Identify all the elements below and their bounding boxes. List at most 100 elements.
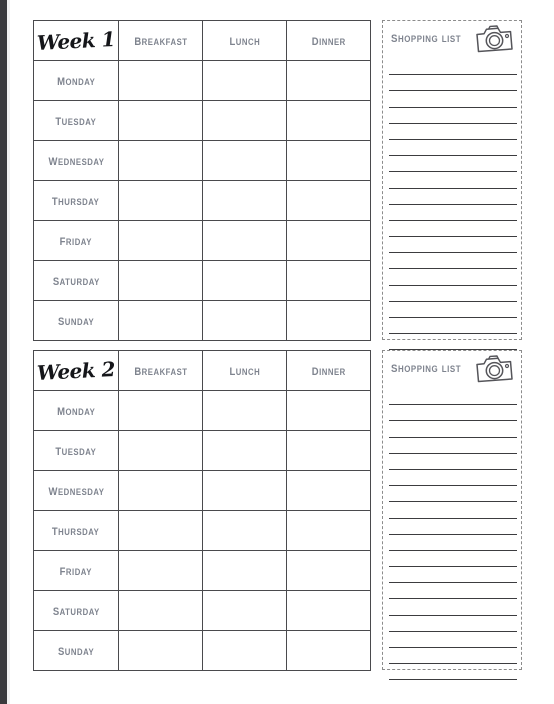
meal-cell-lunch[interactable] [202,630,287,671]
meal-cell-lunch[interactable] [202,100,287,141]
meal-cell-breakfast[interactable] [118,550,203,591]
shopping-list-line[interactable] [389,334,517,351]
meal-cell-breakfast[interactable] [118,470,203,511]
shopping-list-line[interactable] [389,59,517,76]
day-label-cell: Friday [33,220,119,261]
shopping-list-line[interactable] [389,583,517,600]
shopping-list-line[interactable] [389,140,517,157]
week-title: Week 2 [36,356,116,385]
shopping-list-line[interactable] [389,664,517,681]
meal-cell-dinner[interactable] [286,470,371,511]
shopping-list-line[interactable] [389,302,517,318]
shopping-list-line[interactable] [389,519,517,535]
day-label: Monday [56,401,96,419]
meal-cell-breakfast[interactable] [118,220,203,261]
meal-cell-lunch[interactable] [202,590,287,631]
week-title: Week 1 [36,26,116,55]
meal-cell-breakfast[interactable] [118,300,203,341]
shopping-list-line[interactable] [389,75,517,92]
shopping-list-line[interactable] [389,286,517,302]
meal-cell-breakfast[interactable] [118,140,203,181]
shopping-list-line[interactable] [389,91,517,108]
meal-cell-lunch[interactable] [202,140,287,181]
shopping-list-line[interactable] [389,616,517,632]
meal-cell-lunch[interactable] [202,470,287,511]
meal-cell-breakfast[interactable] [118,510,203,551]
meal-cell-lunch[interactable] [202,390,287,431]
meal-cell-dinner[interactable] [286,390,371,431]
meal-cell-dinner[interactable] [286,260,371,301]
meal-cell-dinner[interactable] [286,140,371,181]
meal-cell-lunch[interactable] [202,300,287,341]
meal-cell-breakfast[interactable] [118,590,203,631]
day-label: Monday [56,71,96,89]
meal-cell-breakfast[interactable] [118,390,203,431]
meal-cell-dinner[interactable] [286,220,371,261]
shopping-list-line[interactable] [389,486,517,503]
day-label: Wednesday [48,481,104,499]
meal-cell-dinner[interactable] [286,630,371,671]
meal-cell-breakfast[interactable] [118,180,203,221]
shopping-list-line[interactable] [389,172,517,189]
table-row: Friday [33,220,371,261]
shopping-list-line[interactable] [389,551,517,568]
shopping-list-line[interactable] [389,221,517,238]
shopping-list-line[interactable] [389,205,517,221]
shopping-list-line[interactable] [389,632,517,648]
meal-cell-dinner[interactable] [286,180,371,221]
shopping-list-lines-week-1[interactable] [389,59,517,351]
meal-cell-lunch[interactable] [202,510,287,551]
shopping-list-line[interactable] [389,389,517,406]
shopping-list-line[interactable] [389,405,517,422]
meal-cell-lunch[interactable] [202,430,287,471]
meal-cell-breakfast[interactable] [118,630,203,671]
shopping-list-line[interactable] [389,189,517,205]
meal-cell-dinner[interactable] [286,60,371,101]
meal-cell-lunch[interactable] [202,180,287,221]
shopping-list-title: Shopping List [391,359,462,376]
meal-cell-breakfast[interactable] [118,430,203,471]
shopping-list-line[interactable] [389,108,517,124]
meal-cell-breakfast[interactable] [118,100,203,141]
meal-cell-breakfast[interactable] [118,260,203,301]
shopping-list-line[interactable] [389,599,517,616]
meal-cell-dinner[interactable] [286,430,371,471]
shopping-list-line[interactable] [389,269,517,286]
day-label-cell: Saturday [33,590,119,631]
table-row: Sunday [33,300,371,341]
column-header-label: Dinner [311,361,346,379]
shopping-list-line[interactable] [389,253,517,270]
shopping-list-line[interactable] [389,535,517,551]
table-row: Tuesday [33,100,371,141]
shopping-list-line[interactable] [389,237,517,254]
shopping-list-line[interactable] [389,438,517,454]
shopping-list-line[interactable] [389,502,517,519]
meal-cell-breakfast[interactable] [118,60,203,101]
shopping-list-line[interactable] [389,470,517,487]
meal-table-week-1: Week 1 Breakfast Lunch Dinner Monday [33,20,371,341]
shopping-list-line[interactable] [389,318,517,335]
column-header-lunch: Lunch [202,20,287,61]
meal-cell-lunch[interactable] [202,220,287,261]
table-row: Thursday [33,180,371,221]
column-header-breakfast: Breakfast [118,20,203,61]
shopping-list-line[interactable] [389,156,517,173]
meal-cell-dinner[interactable] [286,100,371,141]
meal-cell-lunch[interactable] [202,550,287,591]
shopping-list-line[interactable] [389,124,517,140]
day-label: Wednesday [48,151,104,169]
meal-cell-dinner[interactable] [286,510,371,551]
meal-cell-dinner[interactable] [286,590,371,631]
meal-cell-dinner[interactable] [286,300,371,341]
shopping-list-line[interactable] [389,567,517,584]
shopping-list-line[interactable] [389,421,517,438]
meal-table-week-2: Week 2 Breakfast Lunch Dinner Monday [33,350,371,671]
meal-cell-lunch[interactable] [202,60,287,101]
shopping-list-header: Shopping List [383,351,521,387]
meal-cell-dinner[interactable] [286,550,371,591]
shopping-list-line[interactable] [389,454,517,470]
day-label-cell: Tuesday [33,430,119,471]
meal-cell-lunch[interactable] [202,260,287,301]
shopping-list-lines-week-2[interactable] [389,389,517,681]
shopping-list-line[interactable] [389,648,517,665]
